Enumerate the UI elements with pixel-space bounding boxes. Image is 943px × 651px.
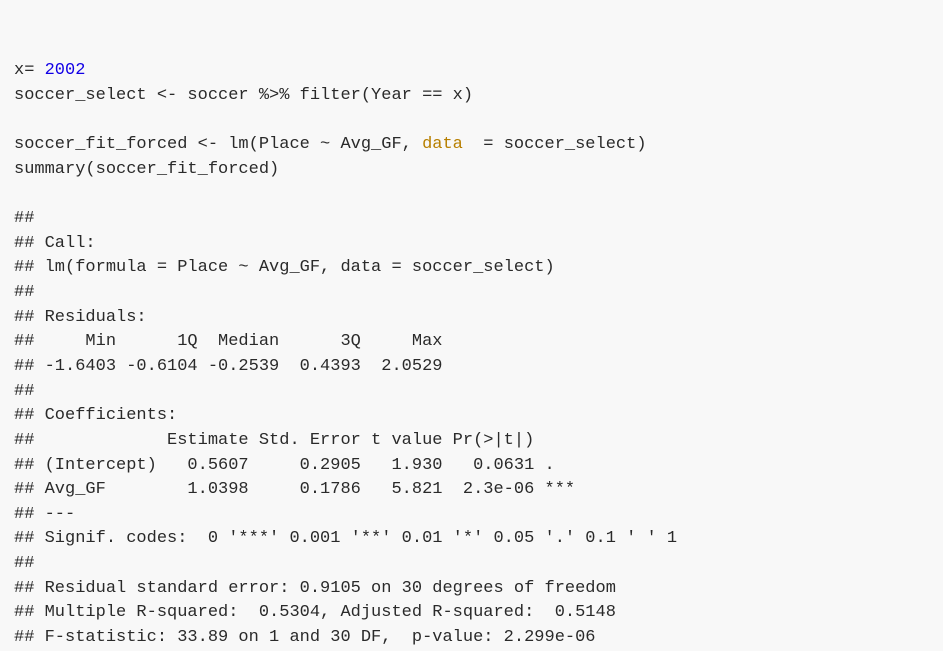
code-line-4: soccer_fit_forced <- lm(Place ~ Avg_GF, … [14, 135, 647, 154]
output-line: ## lm(formula = Place ~ Avg_GF, data = s… [14, 258, 555, 277]
output-line: ## --- [14, 505, 75, 524]
output-line: ## [14, 554, 45, 573]
code-line-5: summary(soccer_fit_forced) [14, 160, 279, 179]
output-line: ## Avg_GF 1.0398 0.1786 5.821 2.3e-06 **… [14, 480, 575, 499]
output-line: ## [14, 283, 45, 302]
assign-text: x= [14, 61, 45, 80]
output-line: ## [14, 382, 45, 401]
lm-call-text: soccer_fit_forced <- lm(Place ~ Avg_GF, [14, 135, 422, 154]
output-line: ## Coefficients: [14, 406, 177, 425]
output-line: ## Signif. codes: 0 '***' 0.001 '**' 0.0… [14, 529, 677, 548]
output-line: ## Min 1Q Median 3Q Max [14, 332, 453, 351]
output-line: ## Multiple R-squared: 0.5304, Adjusted … [14, 603, 626, 622]
output-line: ## (Intercept) 0.5607 0.2905 1.930 0.063… [14, 456, 575, 475]
output-line: ## Residuals: [14, 308, 147, 327]
output-line: ## Estimate Std. Error t value Pr(>|t|) [14, 431, 575, 450]
output-line: ## Call: [14, 234, 96, 253]
code-line-2: soccer_select <- soccer %>% filter(Year … [14, 86, 473, 105]
lm-call-tail: = soccer_select) [463, 135, 647, 154]
keyword-data: data [422, 135, 463, 154]
output-line: ## Residual standard error: 0.9105 on 30… [14, 579, 616, 598]
numeric-literal: 2002 [45, 61, 86, 80]
output-line: ## [14, 209, 45, 228]
output-line: ## -1.6403 -0.6104 -0.2539 0.4393 2.0529 [14, 357, 453, 376]
code-line-1: x= 2002 [14, 61, 85, 80]
output-line: ## F-statistic: 33.89 on 1 and 30 DF, p-… [14, 628, 596, 647]
